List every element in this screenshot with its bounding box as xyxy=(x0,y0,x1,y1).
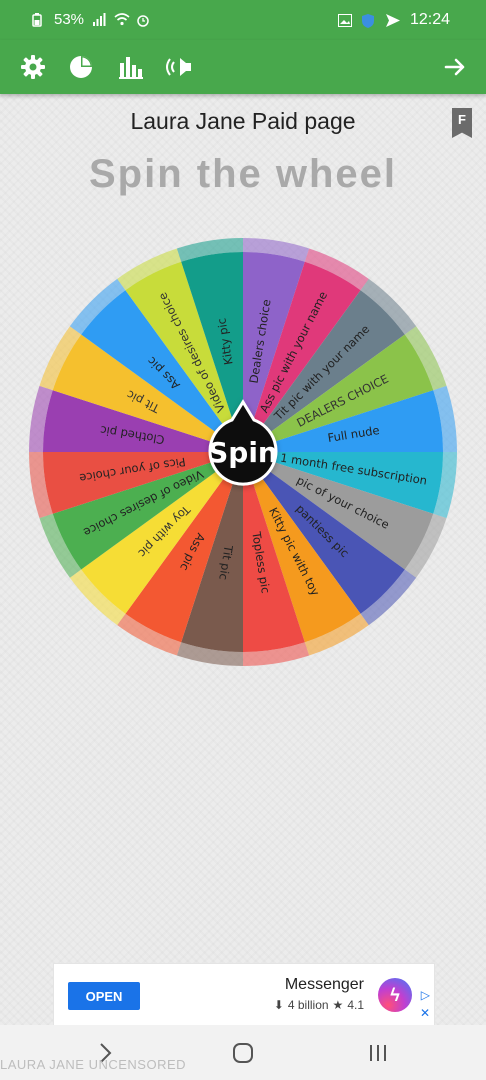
ad-downloads: 4 billion xyxy=(287,998,329,1012)
close-icon[interactable]: ✕ xyxy=(420,1006,430,1020)
recents-button[interactable] xyxy=(358,1039,398,1067)
download-icon: ⬇ xyxy=(273,998,284,1012)
ad-rating: 4.1 xyxy=(347,998,364,1012)
prize-wheel[interactable]: Dealers choiceAss pic with your nameTit … xyxy=(0,0,486,700)
ad-rating-row: ⬇ 4 billion ★ 4.1 xyxy=(274,998,364,1012)
watermark: LAURA JANE UNCENSORED xyxy=(0,1057,187,1072)
ad-banner[interactable]: OPEN Messenger ⬇ 4 billion ★ 4.1 ϟ ▷ ✕ xyxy=(53,963,435,1027)
recents-icon xyxy=(370,1045,386,1061)
messenger-logo-icon: ϟ xyxy=(378,978,412,1012)
ad-open-button[interactable]: OPEN xyxy=(68,982,140,1010)
ad-app-name: Messenger xyxy=(284,976,364,993)
home-icon xyxy=(233,1043,253,1063)
spin-label: Spin xyxy=(208,436,278,469)
home-button[interactable] xyxy=(223,1039,263,1067)
star-icon: ★ xyxy=(332,998,344,1012)
adchoices-icon[interactable]: ▷ xyxy=(421,988,430,1002)
